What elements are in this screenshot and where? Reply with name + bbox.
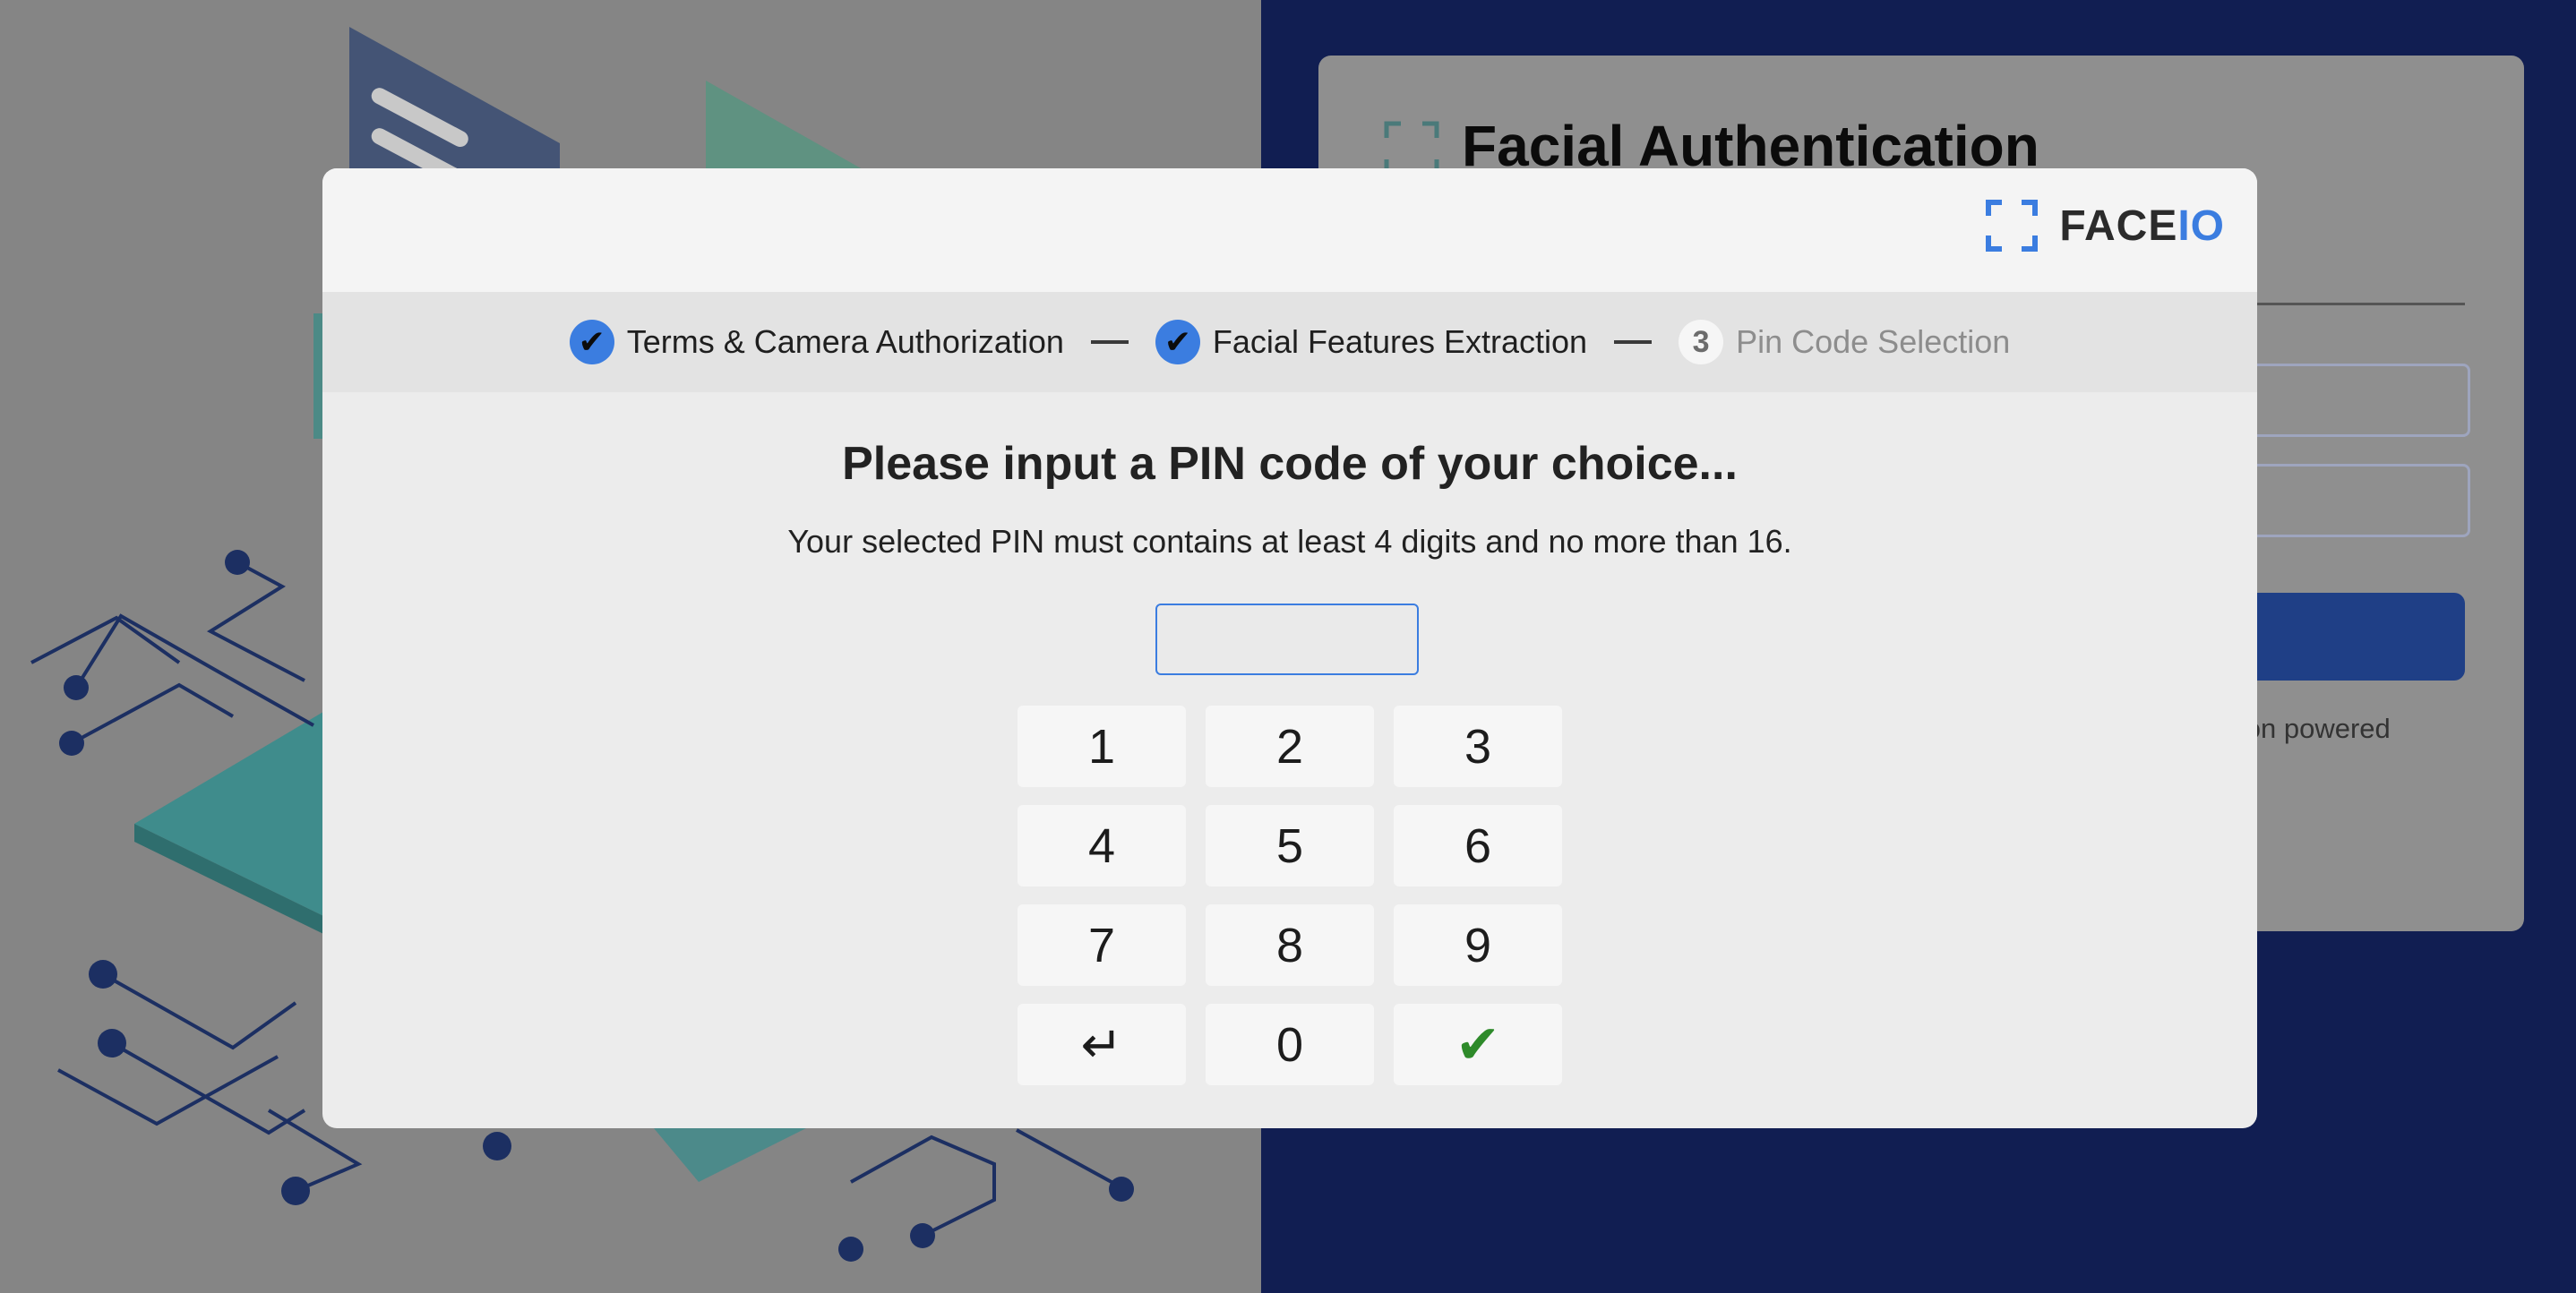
- key-9[interactable]: 9: [1394, 904, 1562, 986]
- pin-input[interactable]: [1155, 604, 1419, 675]
- key-5[interactable]: 5: [1206, 805, 1374, 886]
- faceio-frame-icon: [1986, 200, 2039, 252]
- key-7[interactable]: 7: [1018, 904, 1186, 986]
- pin-selection-modal: FACEIO ✔ Terms & Camera Authorization ✔ …: [322, 168, 2257, 1128]
- checkmark-icon: ✔: [569, 320, 614, 364]
- pin-prompt-subtitle: Your selected PIN must contains at least…: [787, 523, 1792, 560]
- step-pin-code: 3 Pin Code Selection: [1679, 320, 2010, 364]
- step-facial-features: ✔ Facial Features Extraction: [1155, 320, 1587, 364]
- key-4[interactable]: 4: [1018, 805, 1186, 886]
- key-3[interactable]: 3: [1394, 706, 1562, 787]
- step-separator: [1614, 340, 1653, 344]
- checkmark-icon: ✔: [1455, 1014, 1501, 1075]
- faceio-logo: FACEIO: [1986, 199, 2225, 253]
- key-8[interactable]: 8: [1206, 904, 1374, 986]
- pin-prompt-title: Please input a PIN code of your choice..…: [842, 438, 1738, 490]
- key-1[interactable]: 1: [1018, 706, 1186, 787]
- backspace-key[interactable]: ↵: [1018, 1004, 1186, 1085]
- step-separator: [1090, 340, 1129, 344]
- key-6[interactable]: 6: [1394, 805, 1562, 886]
- step-number-badge: 3: [1679, 320, 1724, 364]
- key-2[interactable]: 2: [1206, 706, 1374, 787]
- confirm-key[interactable]: ✔: [1394, 1004, 1562, 1085]
- modal-header: FACEIO: [322, 168, 2257, 292]
- faceio-wordmark: FACEIO: [2059, 201, 2225, 250]
- return-arrow-icon: ↵: [1080, 1015, 1123, 1073]
- progress-stepper: ✔ Terms & Camera Authorization ✔ Facial …: [322, 292, 2257, 392]
- pin-keypad: 1 2 3 4 5 6 7 8 9 ↵ 0 ✔: [1018, 706, 1562, 1085]
- step-label: Pin Code Selection: [1736, 323, 2011, 360]
- checkmark-icon: ✔: [1155, 320, 1200, 364]
- step-label: Facial Features Extraction: [1212, 323, 1588, 360]
- step-label: Terms & Camera Authorization: [626, 323, 1064, 360]
- key-0[interactable]: 0: [1206, 1004, 1374, 1085]
- step-terms: ✔ Terms & Camera Authorization: [569, 320, 1064, 364]
